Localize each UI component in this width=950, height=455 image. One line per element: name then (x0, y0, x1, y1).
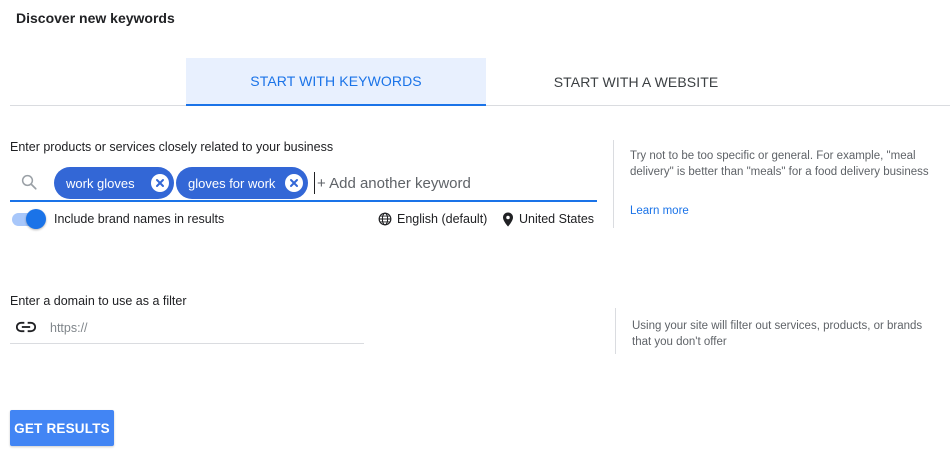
tab-start-with-website[interactable]: START WITH A WEBSITE (486, 58, 786, 105)
link-icon (16, 321, 36, 333)
keyword-chip[interactable]: work gloves (54, 167, 174, 199)
get-results-button[interactable]: GET RESULTS (10, 410, 114, 446)
search-icon (21, 174, 37, 190)
brand-names-label: Include brand names in results (54, 212, 225, 226)
brand-names-toggle[interactable] (10, 208, 46, 230)
language-selector[interactable]: English (default) (378, 210, 487, 228)
globe-icon (378, 212, 392, 226)
domain-hint: Using your site will filter out services… (632, 320, 923, 348)
divider (615, 308, 616, 354)
tab-bar: START WITH KEYWORDS START WITH A WEBSITE (10, 58, 950, 106)
location-label: United States (519, 212, 595, 226)
language-label: English (default) (397, 212, 488, 226)
location-pin-icon (503, 212, 513, 226)
domain-label: Enter a domain to use as a filter (10, 294, 187, 308)
domain-input[interactable] (50, 318, 350, 338)
keyword-chip-label: work gloves (66, 175, 135, 191)
keyword-chip-label: gloves for work (188, 175, 276, 191)
location-selector[interactable]: United States (502, 210, 594, 228)
add-keyword-input[interactable] (314, 172, 584, 194)
learn-more-link[interactable]: Learn more (630, 205, 689, 217)
remove-chip-icon[interactable] (151, 174, 169, 192)
keyword-chip[interactable]: gloves for work (176, 167, 308, 199)
divider (613, 140, 614, 228)
keywords-hint: Try not to be too specific or general. F… (630, 150, 929, 178)
remove-chip-icon[interactable] (285, 174, 303, 192)
toggle-thumb (26, 209, 46, 229)
domain-field[interactable] (10, 314, 364, 344)
tab-start-with-keywords[interactable]: START WITH KEYWORDS (186, 58, 486, 106)
page-title: Discover new keywords (16, 10, 175, 26)
keywords-label: Enter products or services closely relat… (10, 140, 334, 154)
keyword-entry-field[interactable]: work gloves gloves for work (10, 164, 597, 202)
